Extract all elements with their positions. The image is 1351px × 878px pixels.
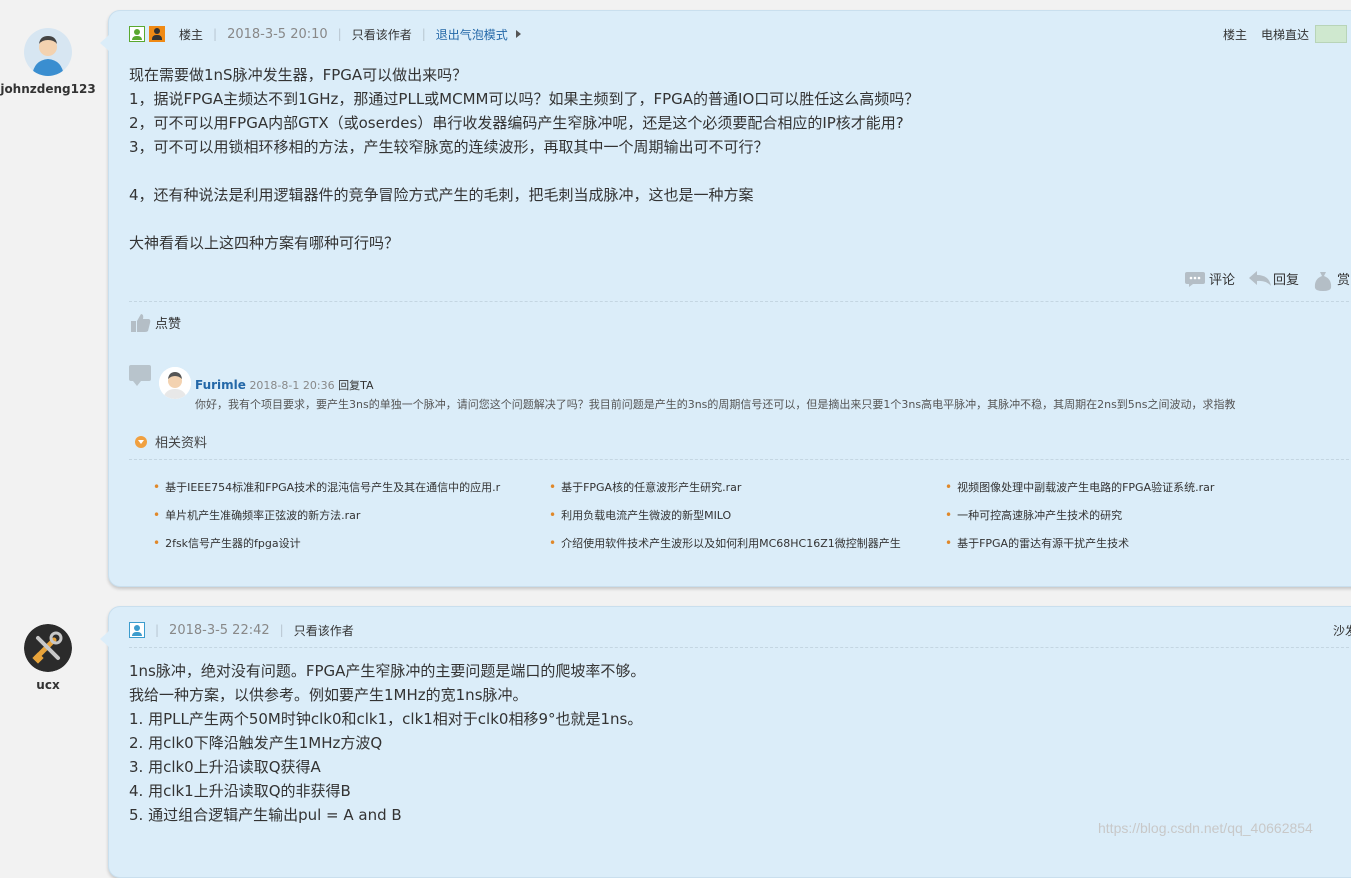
related-link[interactable]: 视频图像处理中副载波产生电路的FPGA验证系统.rar (945, 479, 1214, 495)
comment-label: 评论 (1209, 273, 1236, 288)
comment-username[interactable]: Furimle (195, 378, 246, 392)
post-time: 2018-3-5 20:10 (227, 26, 328, 42)
related-link[interactable]: 2fsk信号产生器的fpga设计 (153, 535, 301, 551)
content-line: 2，可不可以用FPGA内部GTX（或oserdes）串行收发器编码产生窄脉冲呢，… (129, 114, 904, 132)
related-title: 相关资料 (155, 436, 208, 451)
related-link[interactable]: 单片机产生准确频率正弦波的新方法.rar (153, 507, 360, 523)
content-line: 1ns脉冲，绝对没有问题。FPGA产生窄脉冲的主要问题是端口的爬坡率不够。 (129, 662, 646, 680)
post-actions: 评论 回复 赏 (1185, 269, 1351, 291)
related-link[interactable]: 介绍使用软件技术产生波形以及如何利用MC68HC16Z1微控制器产生 (549, 535, 901, 551)
content-line: 1. 用PLL产生两个50M时钟clk0和clk1，clk1相对于clk0相移9… (129, 710, 643, 728)
elevator-input[interactable] (1315, 25, 1348, 43)
comment-time: 2018-8-1 20:36 (249, 379, 335, 392)
reply-label: 回复 (1273, 273, 1300, 288)
post1-content: 现在需要做1nS脉冲发生器，FPGA可以做出来吗？ 1，据说FPGA主频达不到1… (129, 63, 919, 255)
exit-bubble-mode-link[interactable]: 退出气泡模式 (436, 26, 508, 43)
related-link[interactable]: 一种可控高速脉冲产生技术的研究 (945, 507, 1122, 523)
avatar[interactable] (24, 624, 72, 672)
floor-label: 楼主 (1223, 27, 1248, 42)
content-line: 4，还有种说法是利用逻辑器件的竞争冒险方式产生的毛刺，把毛刺当成脉冲，这也是一种… (129, 186, 754, 204)
thumbs-up-icon (131, 313, 151, 332)
like-button[interactable]: 点赞 (131, 313, 181, 332)
comment-icon (1185, 271, 1205, 287)
content-line: 我给一种方案，以供参考。例如要产生1MHz的宽1ns脉冲。 (129, 686, 528, 704)
floor-label: 沙发 (1333, 623, 1351, 638)
content-line: 4. 用clk1上升沿读取Q的非获得B (129, 782, 351, 800)
comment-button[interactable]: 评论 (1185, 269, 1235, 288)
only-author-link[interactable]: 只看该作者 (352, 26, 412, 43)
divider (129, 647, 1351, 648)
content-line: 1，据说FPGA主频达不到1GHz，那通过PLL或MCMM可以吗？如果主频到了，… (129, 90, 920, 108)
reply-arrow-icon (1249, 270, 1272, 287)
content-line: 3，可不可以用锁相环移相的方法，产生较窄脉宽的连续波形，再取其中一个周期输出可不… (129, 138, 769, 156)
content-line (129, 207, 919, 231)
username[interactable]: johnzdeng123 (0, 82, 96, 96)
post2-bubble: | 2018-3-5 22:42 | 只看该作者 沙发 1ns脉冲，绝对没有问题… (100, 606, 1351, 878)
elevator-label: 电梯直达 (1261, 27, 1310, 42)
avatar[interactable] (24, 28, 72, 76)
content-line: 现在需要做1nS脉冲发生器，FPGA可以做出来吗？ (129, 66, 468, 84)
post1-author[interactable]: johnzdeng123 (0, 28, 96, 96)
comment-text: 你好，我有个项目要求，要产生3ns的单独一个脉冲，请问您这个问题解决了吗？我目前… (195, 398, 1236, 411)
role-label: 楼主 (179, 27, 204, 42)
content-line: 5. 通过组合逻辑产生输出pul = A and B (129, 806, 402, 824)
content-line: 2. 用clk0下降沿触发产生1MHz方波Q (129, 734, 383, 752)
play-arrow-icon (515, 30, 521, 38)
floor-info: 沙发 (1333, 621, 1351, 639)
reply-ta-link[interactable]: 回复TA (338, 379, 373, 392)
like-label: 点赞 (155, 317, 182, 332)
content-line: 大神看看以上这四种方案有哪种可行吗？ (129, 234, 400, 252)
post2-content: 1ns脉冲，绝对没有问题。FPGA产生窄脉冲的主要问题是端口的爬坡率不够。 我给… (129, 659, 645, 827)
user-badge-icon (129, 26, 145, 42)
related-link[interactable]: 基于FPGA的雷达有源干扰产生技术 (945, 535, 1129, 551)
post1-bubble: 楼主 | 2018-3-5 20:10 | 只看该作者 | 退出气泡模式 楼主 … (100, 10, 1351, 587)
reward-label: 赏 (1337, 273, 1351, 288)
related-link[interactable]: 基于FPGA核的任意波形产生研究.rar (549, 479, 741, 495)
post-time: 2018-3-5 22:42 (169, 622, 270, 638)
divider (129, 301, 1351, 302)
floor-info: 楼主 电梯直达 (1223, 25, 1348, 43)
reply-button[interactable]: 回复 (1249, 269, 1299, 288)
user-badge-icon (129, 622, 145, 638)
comment-header: Furimle 2018-8-1 20:36 回复TA (195, 377, 373, 393)
comment-bubble-icon (129, 365, 151, 386)
comment-avatar[interactable] (159, 367, 191, 399)
related-down-icon (135, 435, 147, 448)
post-meta: | 2018-3-5 22:42 | 只看该作者 (129, 621, 354, 639)
only-author-link[interactable]: 只看该作者 (294, 622, 354, 639)
related-link[interactable]: 基于IEEE754标准和FPGA技术的混沌信号产生及其在通信中的应用.r (153, 479, 500, 495)
content-line: 3. 用clk0上升沿读取Q获得A (129, 758, 321, 776)
reward-button[interactable]: 赏 (1313, 269, 1351, 291)
divider (129, 459, 1351, 460)
username[interactable]: ucx (0, 678, 96, 692)
post-meta: 楼主 | 2018-3-5 20:10 | 只看该作者 | 退出气泡模式 (129, 25, 521, 43)
related-link[interactable]: 利用负载电流产生微波的新型MILO (549, 507, 731, 523)
content-line (129, 159, 919, 183)
money-bag-icon (1313, 271, 1333, 291)
post2-author[interactable]: ucx (0, 624, 96, 692)
watermark: https://blog.csdn.net/qq_40662854 (1098, 820, 1313, 836)
related-header: 相关资料 (135, 432, 207, 451)
owner-badge-icon (149, 26, 165, 42)
